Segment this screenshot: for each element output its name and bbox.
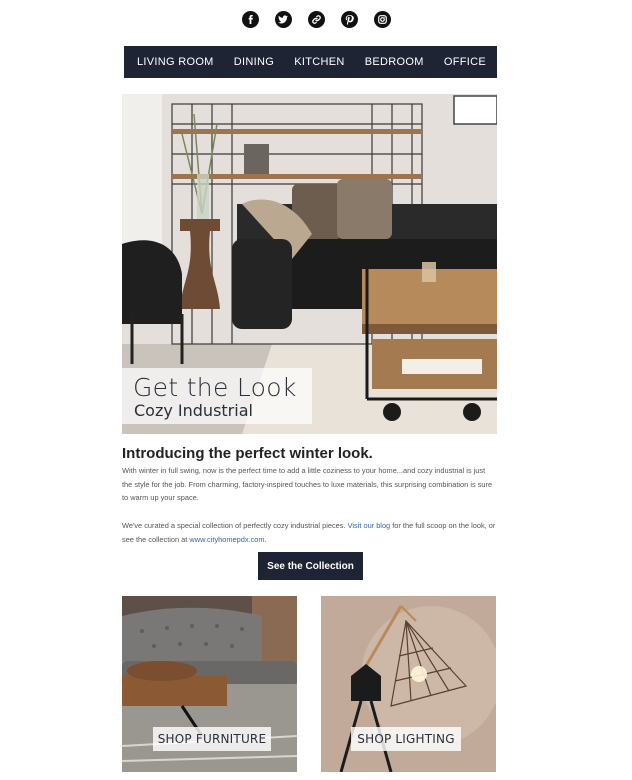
instagram-icon[interactable] [373, 11, 391, 28]
facebook-icon[interactable] [241, 11, 259, 28]
hero-title: Get the Look [133, 373, 297, 402]
see-collection-button[interactable]: See the Collection [258, 552, 363, 580]
hero-image[interactable]: Get the Look Cozy Industrial [122, 94, 497, 434]
twitter-icon[interactable] [274, 11, 292, 28]
collection-text-3: . [264, 534, 267, 544]
social-bar [0, 11, 632, 29]
intro-paragraph: With winter in full swing, now is the pe… [122, 466, 493, 502]
hero-subtitle: Cozy Industrial [134, 401, 253, 420]
nav-dining[interactable]: DINING [234, 56, 274, 68]
nav-office[interactable]: OFFICE [444, 56, 486, 68]
nav-bedroom[interactable]: BEDROOM [365, 56, 424, 68]
shop-furniture-label: SHOP FURNITURE [153, 727, 271, 751]
article-headline: Introducing the perfect winter look. [122, 445, 373, 462]
link-icon[interactable] [307, 11, 325, 28]
shop-furniture-tile[interactable]: SHOP FURNITURE [122, 596, 297, 772]
pinterest-icon[interactable] [340, 11, 358, 28]
website-link[interactable]: www.cityhomepdx.com [189, 535, 264, 544]
nav-living-room[interactable]: LIVING ROOM [137, 56, 214, 68]
collection-text-1: We've curated a special collection of pe… [122, 521, 348, 530]
collection-paragraph: We've curated a special collection of pe… [122, 519, 497, 546]
shop-lighting-tile[interactable]: SHOP LIGHTING [321, 596, 496, 772]
blog-link[interactable]: Visit our blog [348, 521, 391, 530]
shop-lighting-label: SHOP LIGHTING [351, 727, 461, 751]
category-nav: LIVING ROOM DINING KITCHEN BEDROOM OFFIC… [124, 46, 497, 78]
nav-kitchen[interactable]: KITCHEN [294, 56, 344, 68]
